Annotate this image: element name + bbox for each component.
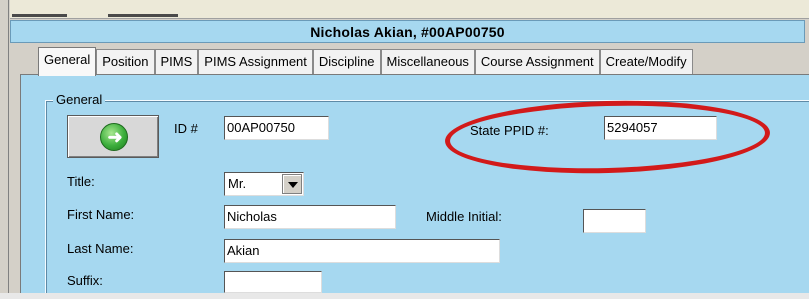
general-group-label: General: [53, 92, 106, 107]
suffix-label: Suffix:: [67, 273, 103, 288]
state-ppid-field[interactable]: 5294057: [604, 116, 717, 140]
strip-tick: [108, 14, 178, 17]
tab-position[interactable]: Position: [96, 49, 155, 75]
suffix-field[interactable]: [224, 271, 322, 293]
state-ppid-label: State PPID #:: [470, 123, 549, 138]
tab-strip: General Position PIMS PIMS Assignment Di…: [38, 47, 693, 76]
tab-discipline[interactable]: Discipline: [312, 49, 381, 75]
first-name-label: First Name:: [67, 207, 135, 222]
next-button[interactable]: ➜: [67, 115, 159, 158]
tab-pims-assignment[interactable]: PIMS Assignment: [198, 49, 313, 75]
title-select[interactable]: Mr.: [224, 172, 304, 196]
tab-miscellaneous[interactable]: Miscellaneous: [380, 49, 475, 75]
last-name-field[interactable]: Akian: [224, 239, 500, 263]
title-label: Title:: [67, 174, 95, 189]
last-name-label: Last Name:: [67, 241, 134, 256]
top-strip: [10, 0, 809, 19]
green-arrow-right-icon: ➜: [100, 123, 128, 151]
tab-course-assignment[interactable]: Course Assignment: [474, 49, 600, 75]
id-field[interactable]: 00AP00750: [224, 116, 329, 140]
tab-pims[interactable]: PIMS: [154, 49, 199, 75]
record-title-bar: Nicholas Akian, #00AP00750: [10, 20, 805, 43]
first-name-field[interactable]: Nicholas: [224, 205, 396, 229]
tab-create-modify[interactable]: Create/Modify: [599, 49, 693, 75]
window-bottom-edge: [0, 293, 809, 299]
window-left-edge: [0, 0, 9, 299]
tab-general[interactable]: General: [38, 47, 97, 76]
middle-initial-field[interactable]: [583, 209, 646, 233]
record-title: Nicholas Akian, #00AP00750: [310, 24, 505, 40]
strip-tick: [12, 14, 67, 17]
title-select-value: Mr.: [228, 176, 247, 191]
middle-initial-label: Middle Initial:: [426, 209, 502, 224]
id-label: ID #: [174, 121, 198, 136]
chevron-down-icon[interactable]: [282, 174, 302, 194]
